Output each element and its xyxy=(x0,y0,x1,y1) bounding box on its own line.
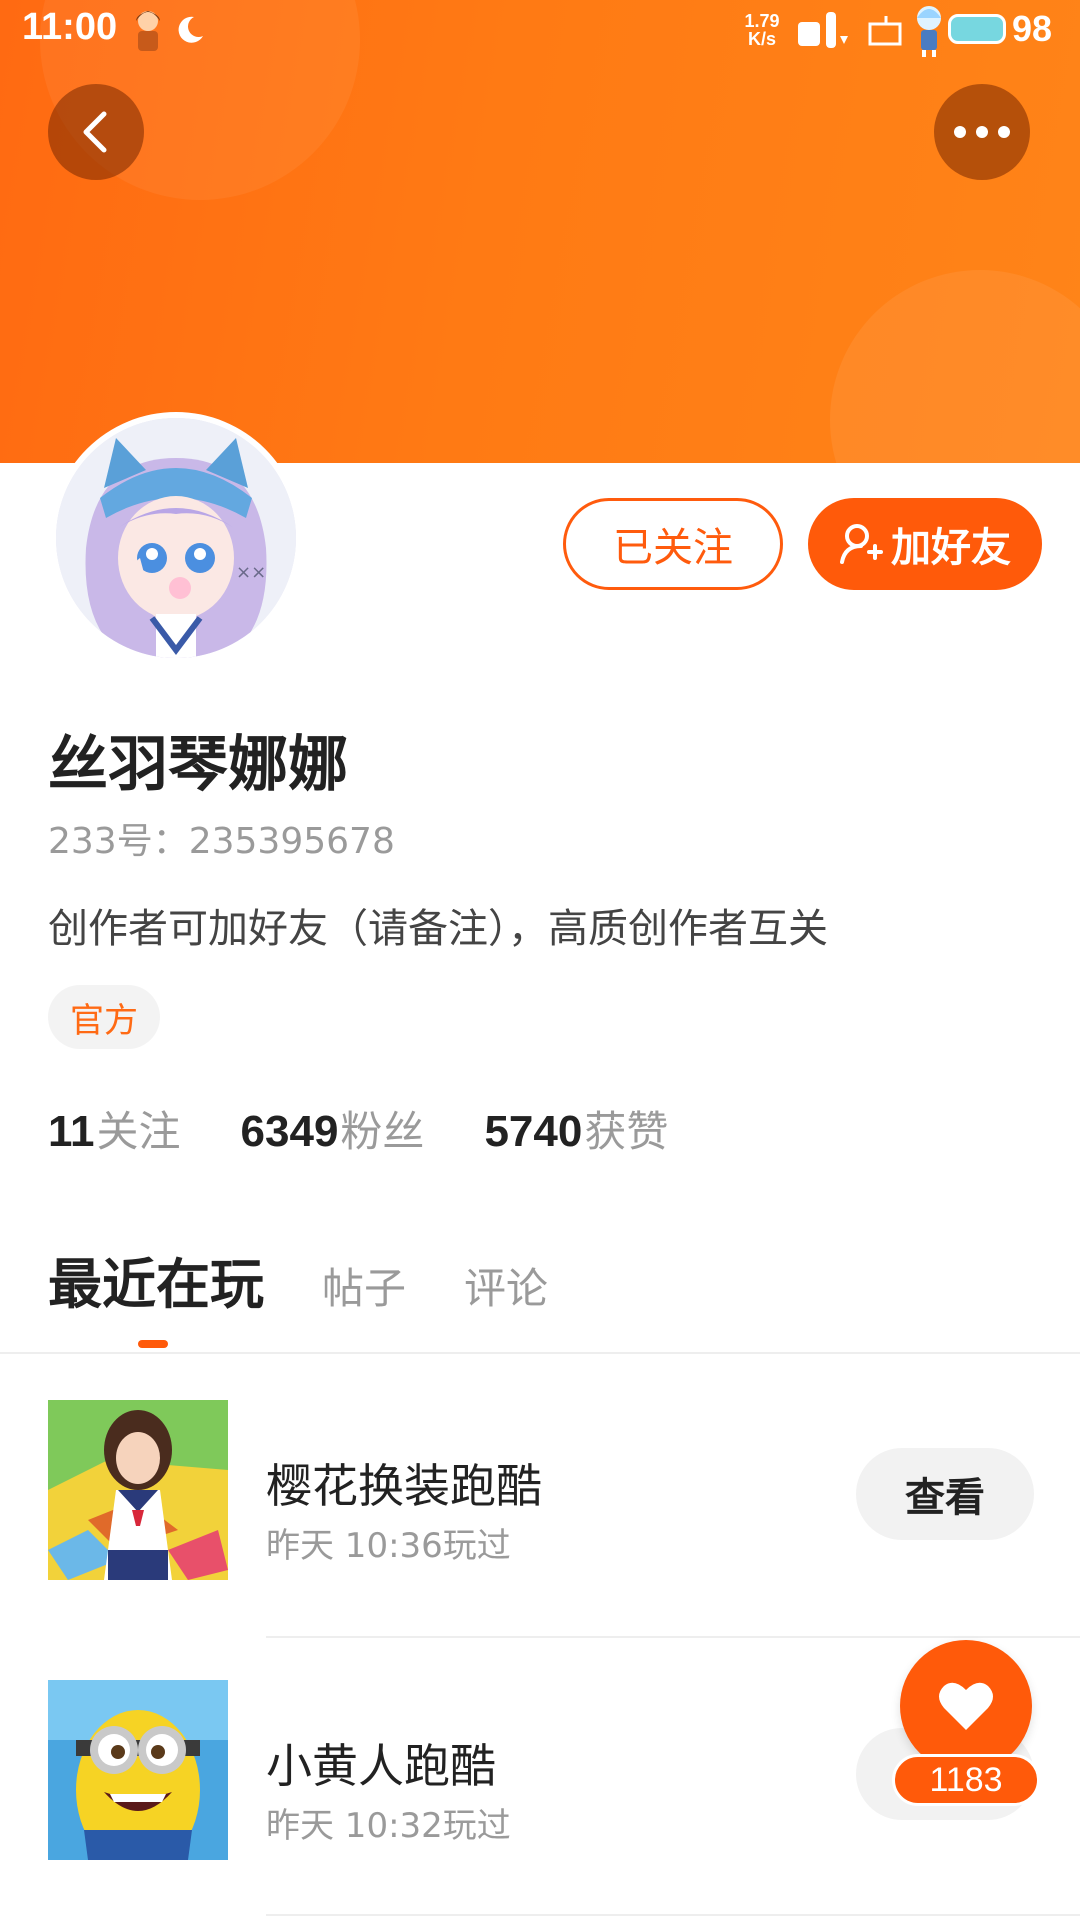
tab-posts[interactable]: 帖子 xyxy=(322,1255,406,1316)
tab-bar: 最近在玩 帖子 评论 xyxy=(48,1240,606,1319)
back-button[interactable] xyxy=(48,84,144,180)
stat-following-count: 11 xyxy=(48,1107,95,1156)
like-count: 1183 xyxy=(892,1754,1040,1806)
tab-recently-played[interactable]: 最近在玩 xyxy=(48,1240,264,1319)
stat-likes[interactable]: 5740 获赞 xyxy=(484,1098,668,1159)
game-played-time: 昨天 10:36玩过 xyxy=(266,1526,511,1566)
battery-icon xyxy=(948,14,1006,44)
list-item[interactable]: 樱花换装跑酷 昨天 10:36玩过 查看 xyxy=(0,1400,1080,1600)
stat-fans-count: 6349 xyxy=(240,1107,339,1156)
heart-icon xyxy=(939,1682,993,1730)
add-friend-label: 加好友 xyxy=(891,525,1011,571)
avatar[interactable]: ×× xyxy=(50,412,302,664)
stat-likes-count: 5740 xyxy=(484,1107,583,1156)
game-title: 小黄人跑酷 xyxy=(266,1739,496,1793)
like-button[interactable] xyxy=(900,1640,1032,1772)
add-friend-button[interactable]: 加好友 xyxy=(808,498,1042,590)
notification-avatar-icon xyxy=(128,6,168,54)
status-time: 11:00 xyxy=(22,6,118,48)
stat-fans[interactable]: 6349 粉丝 xyxy=(241,1098,425,1159)
tab-divider xyxy=(0,1352,1080,1354)
followed-button[interactable]: 已关注 xyxy=(563,498,783,590)
row-divider xyxy=(266,1914,1080,1916)
profile-page: 11:00 1.79 K/s 98 ×× 已关注 加好友 丝羽琴娜娜 233号：… xyxy=(0,0,1080,1920)
stat-following[interactable]: 11 关注 xyxy=(48,1098,181,1159)
stat-fans-label: 粉丝 xyxy=(340,1107,425,1156)
tab-indicator xyxy=(138,1340,168,1348)
row-divider xyxy=(266,1636,1080,1638)
game-title: 樱花换装跑酷 xyxy=(266,1459,542,1513)
sticker-icon xyxy=(796,10,852,52)
net-speed: 1.79 K/s xyxy=(744,11,780,49)
official-tag: 官方 xyxy=(48,985,160,1049)
more-button[interactable] xyxy=(934,84,1030,180)
more-dots-icon xyxy=(954,126,1010,138)
chevron-left-icon xyxy=(83,111,107,153)
stat-following-label: 关注 xyxy=(96,1107,181,1156)
game-played-time: 昨天 10:32玩过 xyxy=(266,1806,511,1846)
moon-icon xyxy=(172,12,208,48)
game-icon-minion-rush xyxy=(48,1680,228,1860)
official-tag-label: 官方 xyxy=(70,1000,138,1041)
view-button[interactable]: 查看 xyxy=(856,1448,1034,1540)
tab-comments[interactable]: 评论 xyxy=(464,1255,548,1316)
game-icon-sakura-parkour xyxy=(48,1400,228,1580)
avatar-image: ×× xyxy=(56,418,296,658)
profile-banner xyxy=(0,0,1080,463)
screen-icon xyxy=(866,14,906,46)
add-user-icon xyxy=(840,524,883,564)
username: 丝羽琴娜娜 xyxy=(48,730,348,800)
character-icon xyxy=(908,2,950,58)
stat-likes-label: 获赞 xyxy=(584,1107,669,1156)
view-button-label: 查看 xyxy=(905,1475,985,1521)
battery-level: 98 xyxy=(1012,8,1053,49)
status-bar: 11:00 1.79 K/s 98 xyxy=(0,0,1080,60)
stats-row: 11 关注 6349 粉丝 5740 获赞 xyxy=(48,1098,668,1159)
user-id: 233号：235395678 xyxy=(48,821,395,862)
svg-text:××: ×× xyxy=(236,562,266,583)
followed-label: 已关注 xyxy=(613,525,733,571)
user-bio: 创作者可加好友（请备注），高质创作者互关 xyxy=(48,906,828,952)
